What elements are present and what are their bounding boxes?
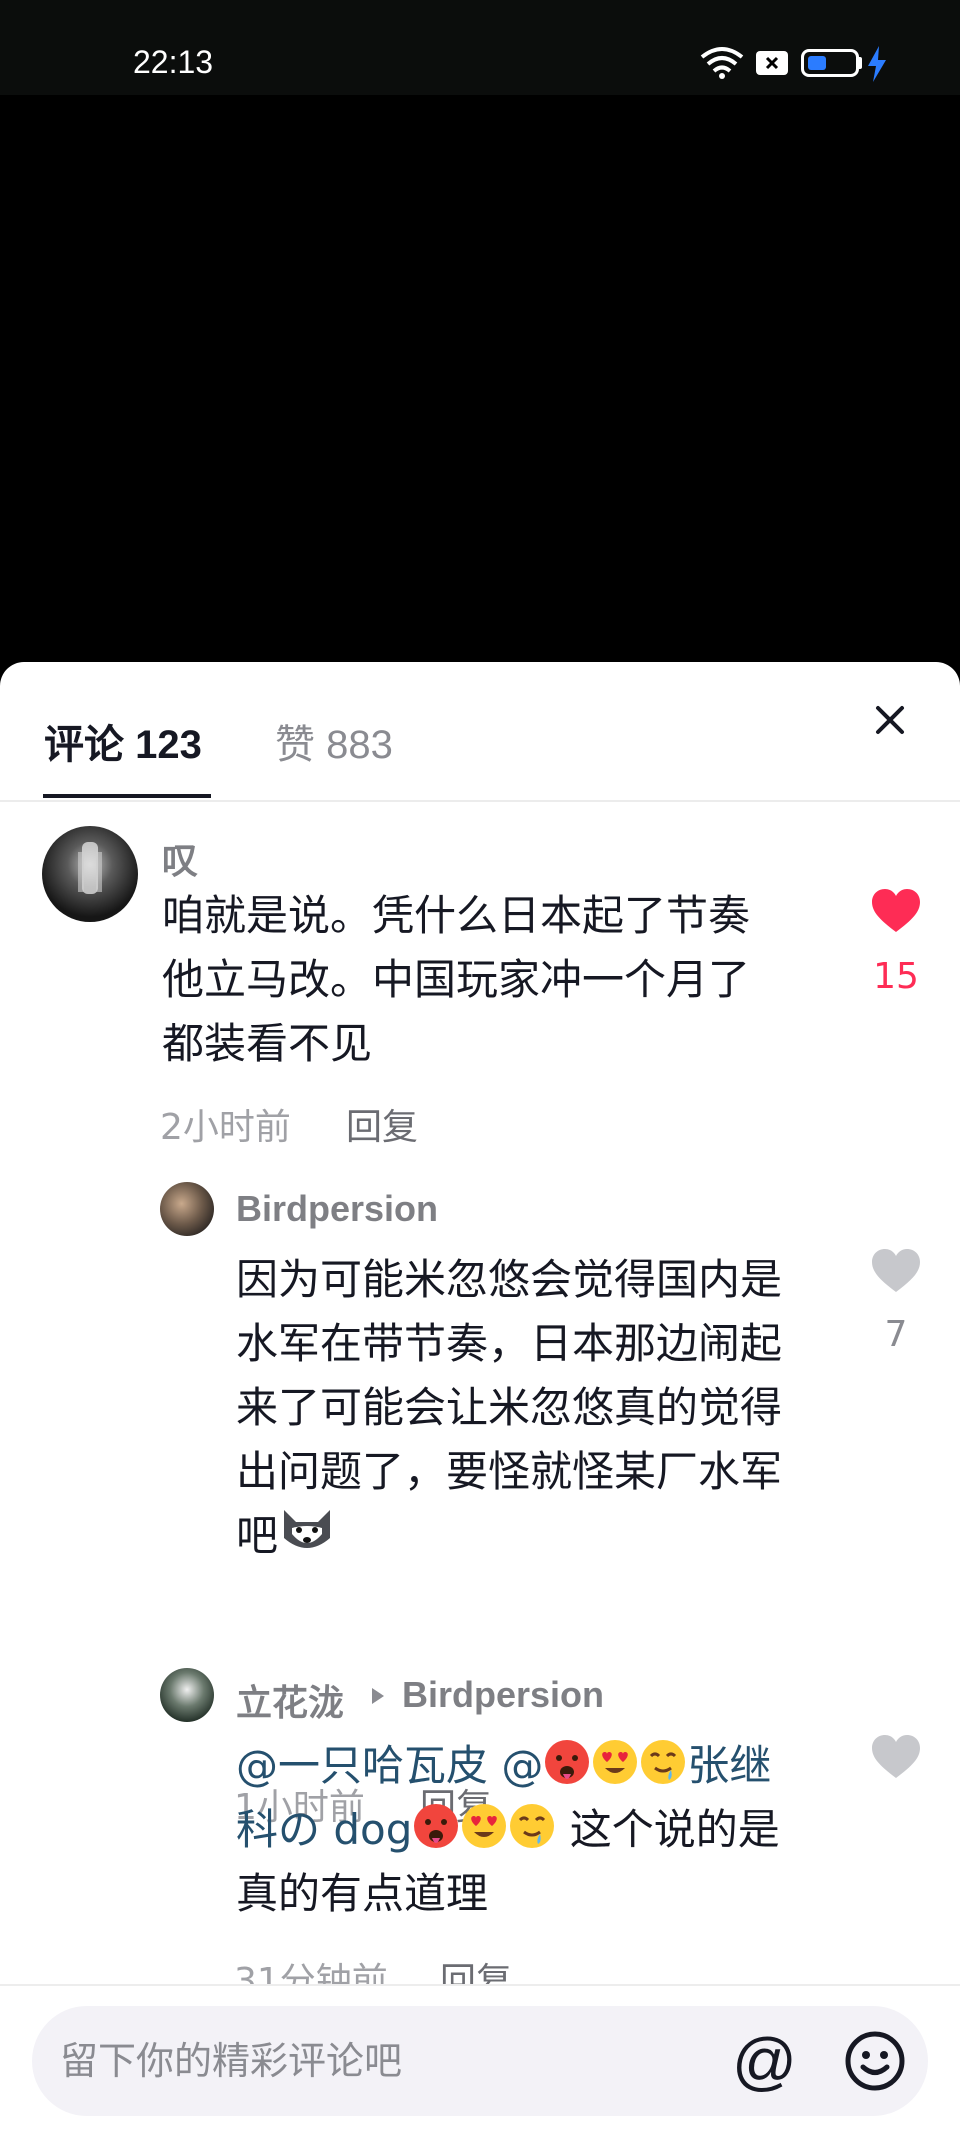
reply-text-fragment: 吧 [236,1511,279,1560]
drooling-face-emoji [641,1740,686,1784]
avatar[interactable] [42,826,138,922]
doge-husky-emoji [284,1510,331,1548]
reply-text-line: 科の dog 这个说的是 [236,1798,780,1862]
like-count: 7 [884,1314,908,1355]
hot-face-emoji [545,1740,590,1784]
comment-input[interactable] [60,2006,720,2116]
heart-eyes-emoji [462,1804,507,1848]
mention-at-button[interactable]: @ [732,2024,802,2098]
reply-text-line: 吧 [236,1504,782,1568]
tab-divider [0,800,960,802]
tab-comments[interactable]: 评论 123 [44,712,202,770]
avatar[interactable] [160,1668,214,1722]
hot-face-emoji [414,1804,459,1848]
battery-icon [801,49,859,77]
comment-panel: 评论 123 赞 883 叹 咱就是说。凭什么日本起了节奏 他立马改。中国玩家冲… [0,662,960,2133]
heart-icon[interactable] [870,1248,922,1294]
reply-arrow-icon [372,1688,384,1704]
reply-text: 因为可能米忽悠会觉得国内是 水军在带节奏，日本那边闹起 来了可能会让米忽悠真的觉… [236,1248,782,1568]
comment-text-line: 都装看不见 [162,1019,373,1068]
mention-link[interactable]: 张继 [687,1741,771,1790]
reply-username[interactable]: Birdpersion [236,1188,438,1230]
wifi-icon [700,47,744,79]
reply-text-line: 水军在带节奏，日本那边闹起 [236,1319,783,1368]
reply-button[interactable]: 回复 [346,1098,418,1150]
reply-text-line: 因为可能米忽悠会觉得国内是 [236,1255,783,1304]
reply-text-line: 来了可能会让米忽悠真的觉得 [236,1383,783,1432]
reply-text-line: @一只哈瓦皮 @ 张继 [236,1734,780,1798]
comment-time: 2小时前 [160,1107,291,1148]
status-bar: 22:13 [0,0,960,95]
emoji-smile-icon[interactable] [844,2030,906,2092]
battery-level [808,56,826,70]
comment-composer: @ [32,2006,928,2116]
comment-text-line: 咱就是说。凭什么日本起了节奏 [162,891,751,940]
heart-icon[interactable] [870,888,922,934]
active-tab-indicator [43,794,211,798]
composer-divider [0,1984,960,1986]
heart-icon[interactable] [870,1734,922,1780]
heart-eyes-emoji [593,1740,638,1784]
reply-text-fragment: 这个说的是 [556,1805,780,1854]
close-icon[interactable] [870,700,910,740]
mention-link[interactable]: @一只哈瓦皮 @ [236,1741,543,1790]
status-time: 22:13 [133,44,214,80]
battery-tip [858,57,862,69]
like-count: 15 [873,956,919,997]
reply-to-username[interactable]: Birdpersion [402,1674,604,1716]
charging-bolt-icon [868,46,886,82]
comment-text: 咱就是说。凭什么日本起了节奏 他立马改。中国玩家冲一个月了 都装看不见 [162,884,750,1076]
drooling-face-emoji [510,1804,555,1848]
comment-text-line: 他立马改。中国玩家冲一个月了 [162,955,751,1004]
avatar[interactable] [160,1182,214,1236]
reply-text: @一只哈瓦皮 @ 张继 科の dog 这个说的是 真的有点道理 [236,1734,780,1926]
mention-link[interactable]: 科の dog [236,1805,412,1854]
reply-text-line: 真的有点道理 [236,1869,489,1918]
reply-username[interactable]: 立花泷 [236,1674,344,1726]
comment-username[interactable]: 叹 [162,832,198,884]
no-sim-icon [756,51,788,75]
reply-text-line: 出问题了，要怪就怪某厂水军 [236,1447,783,1496]
tab-likes[interactable]: 赞 883 [275,712,393,770]
